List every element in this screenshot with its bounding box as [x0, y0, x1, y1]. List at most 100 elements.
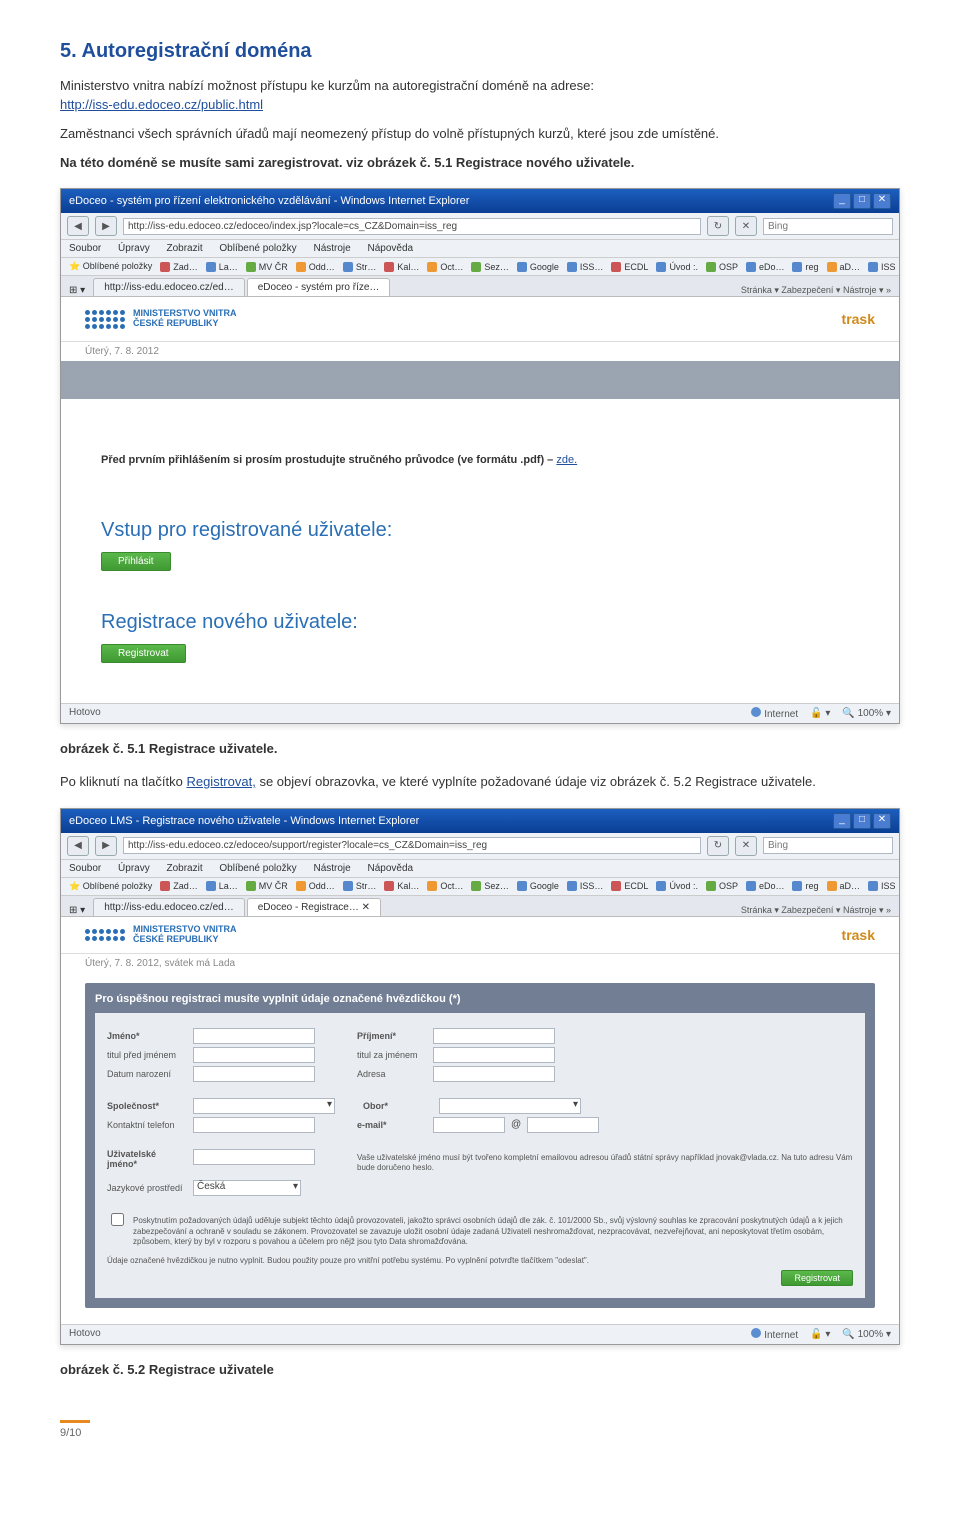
fav-item[interactable]: OSP — [706, 261, 738, 272]
menu-help[interactable]: Nápověda — [368, 863, 414, 874]
submit-register-button[interactable]: Registrovat — [781, 1270, 853, 1286]
menu-file[interactable]: Soubor — [69, 243, 101, 254]
fav-item[interactable]: aD… — [827, 261, 861, 272]
banner-strip — [61, 361, 899, 399]
fav-item[interactable]: Zad… — [160, 261, 198, 272]
fav-item[interactable]: Sez… — [471, 261, 509, 272]
refresh-button[interactable]: ↻ — [707, 836, 729, 856]
fav-item[interactable]: eDo… — [746, 881, 785, 892]
menu-view[interactable]: Zobrazit — [167, 243, 203, 254]
footer-accent-bar — [60, 1420, 90, 1423]
input-email-domain[interactable] — [527, 1117, 599, 1133]
fav-item[interactable]: OSP — [706, 881, 738, 892]
select-field[interactable]: ▾ — [439, 1098, 581, 1114]
back-button[interactable]: ◀ — [67, 836, 89, 856]
zoom-level[interactable]: 🔍 100% ▾ — [842, 708, 891, 719]
select-language[interactable]: Česká▾ — [193, 1180, 301, 1196]
menu-edit[interactable]: Úpravy — [118, 863, 150, 874]
fav-item[interactable]: ISS — [868, 261, 896, 272]
address-field[interactable]: http://iss-edu.edoceo.cz/edoceo/support/… — [123, 837, 701, 854]
minimize-button[interactable]: _ — [833, 813, 851, 829]
minimize-button[interactable]: _ — [833, 193, 851, 209]
maximize-button[interactable]: □ — [853, 813, 871, 829]
input-phone[interactable] — [193, 1117, 315, 1133]
fav-item[interactable]: Oct… — [427, 881, 463, 892]
fav-item[interactable]: ISS… — [567, 881, 604, 892]
browser-tab-active[interactable]: eDoceo - systém pro říze… — [247, 278, 391, 296]
menu-tools[interactable]: Nástroje — [313, 863, 350, 874]
fav-item[interactable]: reg — [792, 881, 818, 892]
fav-item[interactable]: Oct… — [427, 261, 463, 272]
input-firstname[interactable] — [193, 1028, 315, 1044]
fav-item[interactable]: ECDL — [611, 261, 648, 272]
menu-help[interactable]: Nápověda — [368, 243, 414, 254]
back-button[interactable]: ◀ — [67, 216, 89, 236]
fav-item[interactable]: Úvod :. — [656, 261, 698, 272]
input-title-before[interactable] — [193, 1047, 315, 1063]
consent-checkbox[interactable] — [111, 1213, 124, 1226]
fav-item[interactable]: ECDL — [611, 881, 648, 892]
label-title-before: titul před jménem — [107, 1050, 187, 1060]
refresh-button[interactable]: ↻ — [707, 216, 729, 236]
input-username[interactable] — [193, 1149, 315, 1165]
search-field[interactable]: Bing — [763, 837, 893, 854]
fav-item[interactable]: MV ČR — [246, 881, 288, 892]
input-dob[interactable] — [193, 1066, 315, 1082]
fav-item[interactable]: Str… — [343, 881, 377, 892]
menu-view[interactable]: Zobrazit — [167, 863, 203, 874]
tab-bar: ⊞ ▾ http://iss-edu.edoceo.cz/ed… eDoceo … — [61, 896, 899, 917]
forward-button[interactable]: ▶ — [95, 836, 117, 856]
input-lastname[interactable] — [433, 1028, 555, 1044]
fav-item[interactable]: Odd… — [296, 881, 335, 892]
fav-item[interactable]: Zad… — [160, 881, 198, 892]
fav-item[interactable]: Odd… — [296, 261, 335, 272]
zoom-level[interactable]: 🔍 100% ▾ — [842, 1329, 891, 1340]
menu-favorites[interactable]: Oblíbené položky — [219, 863, 296, 874]
browser-tab[interactable]: http://iss-edu.edoceo.cz/ed… — [93, 898, 245, 916]
fav-item[interactable]: reg — [792, 261, 818, 272]
login-button[interactable]: Přihlásit — [101, 552, 171, 571]
address-field[interactable]: http://iss-edu.edoceo.cz/edoceo/index.js… — [123, 218, 701, 235]
fav-item[interactable]: aD… — [827, 881, 861, 892]
maximize-button[interactable]: □ — [853, 193, 871, 209]
fav-item[interactable]: Sez… — [471, 881, 509, 892]
select-company[interactable]: ▾ — [193, 1098, 335, 1114]
fav-item[interactable]: Str… — [343, 261, 377, 272]
stop-button[interactable]: ✕ — [735, 836, 757, 856]
input-title-after[interactable] — [433, 1047, 555, 1063]
fav-item[interactable]: Kal… — [384, 881, 419, 892]
form-footnote: Údaje označené hvězdičkou je nutno vypln… — [107, 1256, 853, 1266]
fav-item[interactable]: Kal… — [384, 261, 419, 272]
fav-item[interactable]: La… — [206, 261, 238, 272]
fav-item[interactable]: eDo… — [746, 261, 785, 272]
menu-favorites[interactable]: Oblíbené položky — [219, 243, 296, 254]
close-button[interactable]: ✕ — [873, 193, 891, 209]
guide-link[interactable]: zde. — [556, 454, 577, 466]
stop-button[interactable]: ✕ — [735, 216, 757, 236]
input-email-user[interactable] — [433, 1117, 505, 1133]
fav-item[interactable]: MV ČR — [246, 261, 288, 272]
page-tools[interactable]: Stránka ▾ Zabezpečení ▾ Nástroje ▾ » — [741, 905, 891, 916]
page-tools[interactable]: Stránka ▾ Zabezpečení ▾ Nástroje ▾ » — [741, 285, 891, 296]
input-address[interactable] — [433, 1066, 555, 1082]
fav-item[interactable]: Google — [517, 261, 559, 272]
domain-url-link[interactable]: http://iss-edu.edoceo.cz/public.html — [60, 97, 263, 112]
fav-item[interactable]: Úvod :. — [656, 881, 698, 892]
close-button[interactable]: ✕ — [873, 813, 891, 829]
status-text: Hotovo — [69, 1328, 101, 1341]
register-button[interactable]: Registrovat — [101, 644, 186, 663]
favorites-bar: ⭐ Oblíbené položky Zad… La… MV ČR Odd… S… — [61, 258, 899, 276]
forward-button[interactable]: ▶ — [95, 216, 117, 236]
fav-item[interactable]: La… — [206, 881, 238, 892]
menu-edit[interactable]: Úpravy — [118, 243, 150, 254]
menu-tools[interactable]: Nástroje — [313, 243, 350, 254]
menu-file[interactable]: Soubor — [69, 863, 101, 874]
fav-item[interactable]: ISS… — [567, 261, 604, 272]
internet-zone-icon — [751, 707, 761, 717]
menu-bar: Soubor Úpravy Zobrazit Oblíbené položky … — [61, 240, 899, 258]
fav-item[interactable]: ISS — [868, 881, 896, 892]
browser-tab-active[interactable]: eDoceo - Registrace… ✕ — [247, 898, 381, 916]
search-field[interactable]: Bing — [763, 218, 893, 235]
fav-item[interactable]: Google — [517, 881, 559, 892]
browser-tab[interactable]: http://iss-edu.edoceo.cz/ed… — [93, 278, 245, 296]
